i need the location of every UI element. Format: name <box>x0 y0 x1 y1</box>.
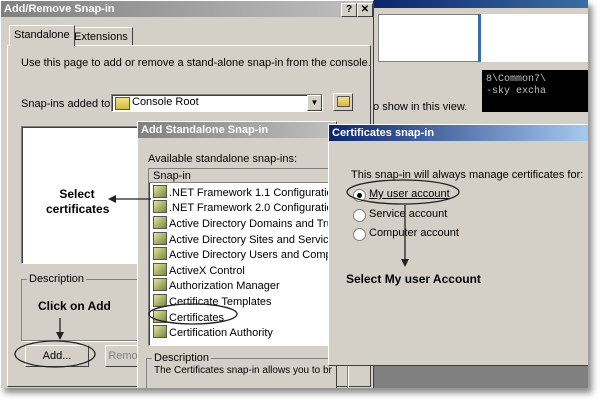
authorization-icon <box>153 278 167 291</box>
list-item-label: Authorization Manager <box>169 280 280 292</box>
folder-up-icon <box>336 96 350 107</box>
console-line-1: 8\Common7\ <box>486 74 547 85</box>
folder-icon <box>115 97 130 110</box>
standalone-description-text: The Certificates snap-in allows you to b… <box>154 365 332 376</box>
snapins-label: Snap-ins added to: <box>21 98 113 110</box>
radio-service-account[interactable] <box>353 209 366 222</box>
add-button[interactable]: Add... <box>25 345 89 367</box>
standalone-description-label: Description <box>152 352 212 364</box>
standalone-title: Add Standalone Snap-in <box>141 124 269 136</box>
annotation-select-certificates: Select certificates <box>46 187 110 216</box>
list-item[interactable]: Active Directory Users and Compu... <box>153 247 340 262</box>
remove-button[interactable]: Remo <box>105 345 141 367</box>
list-item-label: Certification Authority <box>169 327 273 339</box>
add-standalone-snapin-dialog: Add Standalone Snap-in Available standal… <box>137 121 348 388</box>
instruction-text: Use this page to add or remove a stand-a… <box>21 57 371 69</box>
certificates-icon <box>153 310 167 323</box>
available-snapins-list[interactable]: Snap-in .NET Framework 1.1 Configuration… <box>148 168 340 346</box>
list-item-certificates[interactable]: Certificates <box>153 310 224 325</box>
list-item[interactable]: ActiveX Control <box>153 263 245 278</box>
option-computer-account[interactable]: Computer account <box>369 227 459 239</box>
certification-authority-icon <box>153 325 167 338</box>
list-item-label: Active Directory Domains and Trusts <box>169 218 340 230</box>
radio-computer-account[interactable] <box>353 228 366 241</box>
list-item-label: .NET Framework 1.1 Configuration <box>169 187 339 199</box>
list-item-label: Certificate Templates <box>169 296 272 308</box>
list-item[interactable]: Certificate Templates <box>153 294 272 309</box>
chevron-down-icon[interactable]: ▼ <box>307 95 322 111</box>
dotnet-config-icon <box>153 185 167 198</box>
snapins-label-text: Snap-ins added to: <box>21 98 114 110</box>
annotation-select-user-account: Select My user Account <box>346 272 481 286</box>
description-label: Description <box>27 273 87 285</box>
column-header-snapin[interactable]: Snap-in <box>149 169 339 183</box>
help-button[interactable]: ? <box>341 3 357 17</box>
option-service-account[interactable]: Service account <box>369 208 447 220</box>
snapins-dropdown-value: Console Root <box>132 96 199 108</box>
list-item-label: .NET Framework 2.0 Configuration <box>169 202 339 214</box>
activex-icon <box>153 263 167 276</box>
list-item[interactable]: Authorization Manager <box>153 278 280 293</box>
tab-standalone[interactable]: Standalone <box>9 25 75 46</box>
background-window: 8\Common7\ -sky excha to show in this vi… <box>370 0 588 125</box>
list-item-label: Certificates <box>169 312 225 324</box>
screenshot-stage: 8\Common7\ -sky excha to show in this vi… <box>0 0 588 388</box>
add-button-label: Add... <box>42 350 72 362</box>
background-status-text: to show in this view. <box>370 101 468 113</box>
main-dialog-titlebar: Add/Remove Snap-in <box>1 1 373 17</box>
tab-extensions[interactable]: Extensions <box>69 27 133 46</box>
main-dialog-title: Add/Remove Snap-in <box>4 3 115 15</box>
certificates-title: Certificates snap-in <box>332 127 435 139</box>
background-titlebar <box>370 0 588 8</box>
background-blue-strip <box>478 14 588 62</box>
background-panel <box>378 14 480 62</box>
ad-domains-icon <box>153 216 167 229</box>
browse-folder-button[interactable] <box>333 93 353 111</box>
console-output: 8\Common7\ -sky excha <box>482 70 588 112</box>
certificates-prompt: This snap-in will always manage certific… <box>351 169 584 181</box>
available-snapins-label: Available standalone snap-ins: <box>148 153 298 165</box>
remove-button-label: Remo <box>108 350 138 362</box>
close-button[interactable]: ✕ <box>357 3 373 17</box>
radio-my-user-account[interactable] <box>353 189 366 202</box>
snapins-dropdown[interactable]: Console Root ▼ <box>111 94 323 112</box>
certificates-titlebar: Certificates snap-in <box>329 125 588 141</box>
certificates-snapin-dialog: Certificates snap-in This snap-in will a… <box>328 124 588 366</box>
annotation-click-on-add: Click on Add <box>38 299 111 313</box>
certificate-templates-icon <box>153 294 167 307</box>
list-item-label: Active Directory Sites and Services <box>169 234 340 246</box>
dotnet-config-icon <box>153 200 167 213</box>
option-my-user-account[interactable]: My user account <box>369 188 450 200</box>
list-item[interactable]: Certification Authority <box>153 325 273 340</box>
list-item[interactable]: .NET Framework 2.0 Configuration <box>153 200 339 215</box>
list-item-label: ActiveX Control <box>169 265 245 277</box>
list-item[interactable]: .NET Framework 1.1 Configuration <box>153 185 339 200</box>
list-item[interactable]: Active Directory Sites and Services <box>153 232 340 247</box>
list-item[interactable]: Active Directory Domains and Trusts <box>153 216 340 231</box>
list-item-label: Active Directory Users and Compu... <box>169 249 340 261</box>
column-header-label: Snap-in <box>153 170 191 182</box>
ad-users-icon <box>153 247 167 260</box>
ad-sites-icon <box>153 232 167 245</box>
console-line-2: -sky excha <box>486 86 547 97</box>
standalone-titlebar: Add Standalone Snap-in <box>138 122 336 138</box>
